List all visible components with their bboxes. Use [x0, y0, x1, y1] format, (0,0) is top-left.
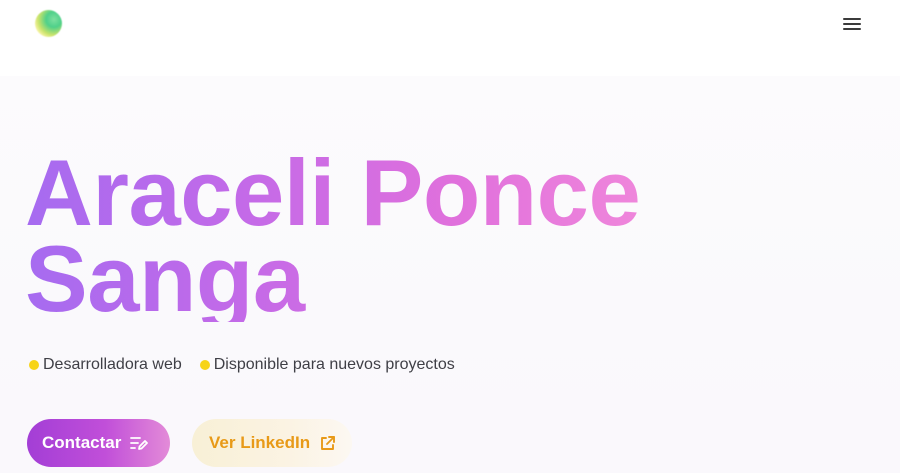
- contact-button-label: Contactar: [42, 433, 122, 452]
- external-link-icon: [319, 435, 336, 452]
- tag-role: Desarrolladora web: [29, 356, 182, 374]
- linkedin-button-label: Ver LinkedIn: [209, 433, 311, 452]
- menu-line: [843, 23, 861, 25]
- hero-name-title: Araceli Ponce Sanga: [25, 150, 640, 322]
- tag-availability-label: Disponible para nuevos proyectos: [213, 356, 455, 373]
- contact-button[interactable]: Contactar: [27, 419, 170, 467]
- yellow-dot-icon: [199, 360, 210, 370]
- logo-orb-icon[interactable]: [35, 10, 62, 37]
- hero-name-line-2: Sanga: [25, 226, 305, 331]
- tag-availability: Disponible para nuevos proyectos: [199, 356, 455, 374]
- tag-role-label: Desarrolladora web: [43, 356, 182, 373]
- linkedin-button[interactable]: Ver LinkedIn: [192, 419, 352, 467]
- hero-tags: Desarrolladora web Disponible para nuevo…: [29, 355, 455, 375]
- hamburger-menu-icon[interactable]: [843, 17, 861, 31]
- menu-line: [843, 28, 861, 30]
- site-header: [0, 0, 900, 76]
- menu-line: [843, 18, 861, 20]
- yellow-dot-icon: [29, 360, 39, 370]
- list-pen-icon: [130, 435, 149, 451]
